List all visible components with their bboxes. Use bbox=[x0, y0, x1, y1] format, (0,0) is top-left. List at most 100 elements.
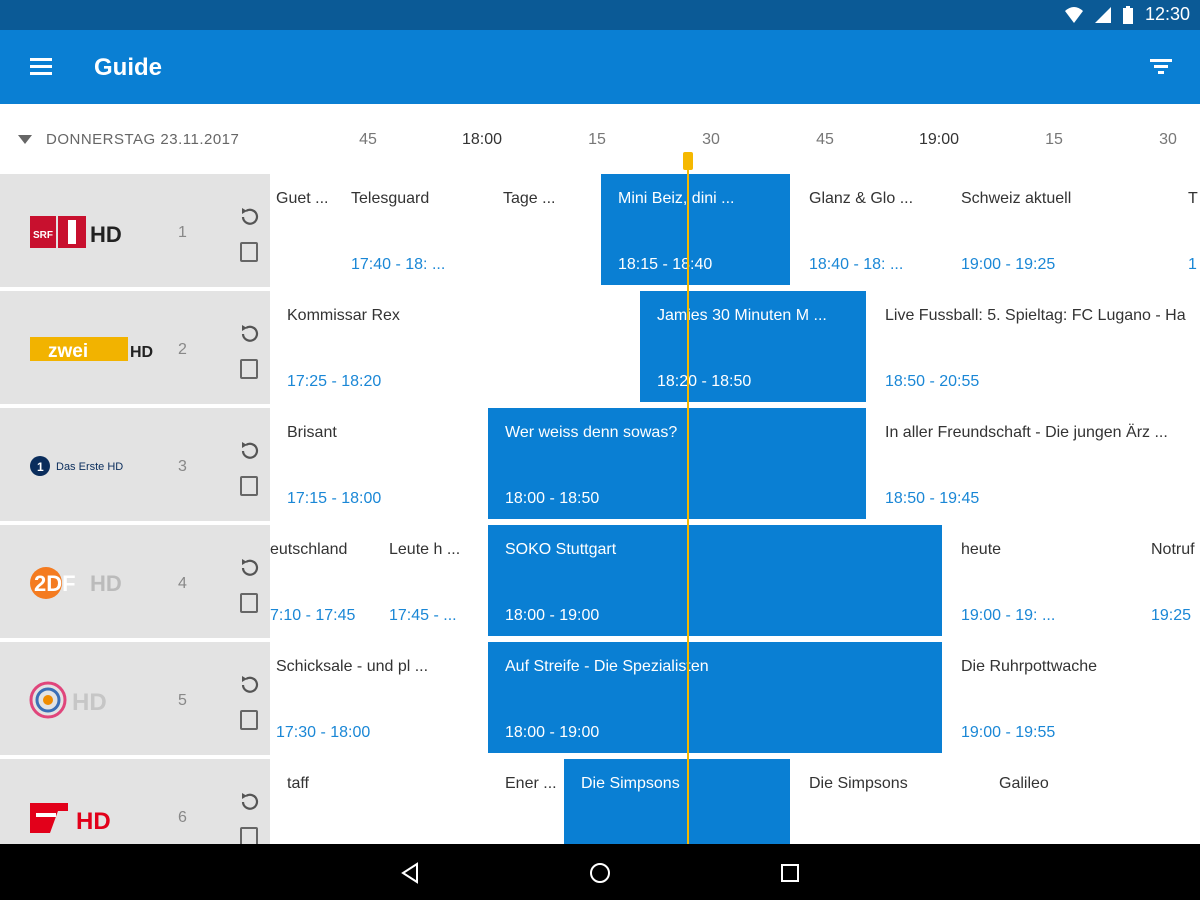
program-title: Wer weiss denn sowas? bbox=[505, 424, 678, 441]
program-cell[interactable]: Schweiz aktuell 19:00 - 19:25 bbox=[944, 174, 1169, 285]
time-tick: 45 bbox=[359, 131, 377, 148]
program-cell[interactable]: Glanz & Glo ... 18:40 - 18: ... bbox=[792, 174, 942, 285]
program-cell[interactable]: Ener ... bbox=[488, 759, 562, 844]
program-time: 18:00 - 18:50 bbox=[505, 490, 600, 507]
svg-text:2DF: 2DF bbox=[34, 571, 76, 596]
program-title: Live Fussball: 5. Spieltag: FC Lugano - … bbox=[885, 307, 1186, 324]
program-time: 18:40 - 18: ... bbox=[809, 256, 904, 273]
program-cell[interactable]: Die Simpsons bbox=[792, 759, 980, 844]
program-cell[interactable]: Leute h ... 17:45 - ... bbox=[374, 525, 486, 636]
program-cell-live[interactable]: Mini Beiz, dini ... 18:15 - 18:40 bbox=[601, 174, 790, 285]
signal-icon bbox=[1094, 6, 1111, 23]
program-title: SOKO Stuttgart bbox=[505, 541, 617, 558]
channel-cell[interactable]: 1 Das Erste HD 3 bbox=[0, 408, 270, 521]
program-title: Notruf bbox=[1151, 541, 1195, 558]
channel-row: 1 Das Erste HD 3 Brisant 17:15 - 18:00 We… bbox=[0, 408, 1200, 521]
program-cell[interactable]: Live Fussball: 5. Spieltag: FC Lugano - … bbox=[868, 291, 1200, 402]
program-cell[interactable]: Guet ... bbox=[270, 174, 344, 285]
time-tick: 15 bbox=[588, 131, 606, 148]
now-indicator-handle bbox=[683, 152, 693, 170]
status-icons: 12:30 bbox=[1064, 4, 1190, 25]
svg-text:Das Erste HD: Das Erste HD bbox=[56, 461, 123, 473]
program-cell[interactable]: eutschland 7:10 - 17:45 bbox=[270, 525, 372, 636]
program-title: Jamies 30 Minuten M ... bbox=[657, 307, 827, 324]
channel-cell[interactable]: HD 6 bbox=[0, 759, 270, 844]
replay-icon[interactable] bbox=[238, 557, 260, 579]
program-cell[interactable]: T1 bbox=[1171, 174, 1200, 285]
recents-icon[interactable] bbox=[778, 861, 802, 885]
app-bar: Guide bbox=[0, 30, 1200, 104]
program-cell-live[interactable]: Wer weiss denn sowas? 18:00 - 18:50 bbox=[488, 408, 866, 519]
filter-icon[interactable] bbox=[1148, 54, 1174, 80]
program-cell[interactable]: Notruf 19:25 bbox=[1134, 525, 1200, 636]
time-tick: 15 bbox=[1045, 131, 1063, 148]
program-cell[interactable]: Galileo bbox=[982, 759, 1200, 844]
program-title: Galileo bbox=[999, 775, 1049, 792]
program-time: 18:00 - 19:00 bbox=[505, 724, 600, 741]
record-icon[interactable] bbox=[240, 827, 258, 844]
replay-icon[interactable] bbox=[238, 323, 260, 345]
program-cell-live[interactable]: SOKO Stuttgart 18:00 - 19:00 bbox=[488, 525, 942, 636]
channel-logo: zwei HD bbox=[30, 337, 153, 362]
channel-row: zwei HD 2 Kommissar Rex 17:25 - 18:20 Jam… bbox=[0, 291, 1200, 404]
program-cell-live[interactable]: Auf Streife - Die Spezialisten 18:00 - 19… bbox=[488, 642, 942, 753]
replay-icon[interactable] bbox=[238, 791, 260, 813]
channel-logo: 1 Das Erste HD bbox=[30, 456, 123, 476]
program-cell[interactable]: Telesguard 17:40 - 18: ... bbox=[345, 174, 488, 285]
svg-text:1: 1 bbox=[37, 460, 44, 474]
back-icon[interactable] bbox=[398, 861, 422, 885]
program-time: 18:20 - 18:50 bbox=[657, 373, 752, 390]
program-title: Brisant bbox=[287, 424, 337, 441]
record-icon[interactable] bbox=[240, 359, 258, 379]
svg-text:HD: HD bbox=[72, 689, 107, 716]
record-icon[interactable] bbox=[240, 593, 258, 613]
time-tick: 45 bbox=[816, 131, 834, 148]
channel-cell[interactable]: 2DF HD 4 bbox=[0, 525, 270, 638]
program-cell[interactable]: taff bbox=[270, 759, 486, 844]
program-title: Schweiz aktuell bbox=[961, 190, 1072, 207]
replay-icon[interactable] bbox=[238, 206, 260, 228]
program-cell-live[interactable]: Die Simpsons bbox=[564, 759, 790, 844]
program-cell[interactable]: Schicksale - und pl ... 17:30 - 18:00 bbox=[270, 642, 486, 753]
svg-text:HD: HD bbox=[90, 571, 122, 596]
program-cell[interactable]: In aller Freundschaft - Die jungen Ärz .… bbox=[868, 408, 1200, 519]
replay-icon[interactable] bbox=[238, 440, 260, 462]
program-cell[interactable]: Die Ruhrpottwache 19:00 - 19:55 bbox=[944, 642, 1200, 753]
home-icon[interactable] bbox=[588, 861, 612, 885]
program-title: Die Simpsons bbox=[809, 775, 908, 792]
program-cell[interactable]: Brisant 17:15 - 18:00 bbox=[270, 408, 486, 519]
program-time: 17:25 - 18:20 bbox=[287, 373, 382, 390]
status-bar: 12:30 bbox=[0, 0, 1200, 30]
program-title: Leute h ... bbox=[389, 541, 461, 558]
program-cell[interactable]: Kommissar Rex 17:25 - 18:20 bbox=[270, 291, 638, 402]
channel-cell[interactable]: zwei HD 2 bbox=[0, 291, 270, 404]
channel-number: 5 bbox=[178, 692, 187, 709]
program-title: Schicksale - und pl ... bbox=[276, 658, 429, 675]
wifi-icon bbox=[1064, 6, 1083, 23]
date-selector[interactable]: DONNERSTAG 23.11.2017 bbox=[18, 131, 239, 148]
record-icon[interactable] bbox=[240, 242, 258, 262]
channel-cell[interactable]: SRF HD 1 bbox=[0, 174, 270, 287]
menu-icon[interactable] bbox=[28, 54, 56, 80]
program-title: Glanz & Glo ... bbox=[809, 190, 914, 207]
program-title: In aller Freundschaft - Die jungen Ärz .… bbox=[885, 424, 1168, 441]
program-title: eutschland bbox=[270, 541, 348, 558]
time-tick: 30 bbox=[702, 131, 720, 148]
program-cell[interactable]: heute 19:00 - 19: ... bbox=[944, 525, 1132, 636]
record-icon[interactable] bbox=[240, 476, 258, 496]
program-cell[interactable]: Tage ... bbox=[489, 174, 599, 285]
program-title: Kommissar Rex bbox=[287, 307, 400, 324]
record-icon[interactable] bbox=[240, 710, 258, 730]
replay-icon[interactable] bbox=[238, 674, 260, 696]
channel-cell[interactable]: HD 5 bbox=[0, 642, 270, 755]
program-time: 18:15 - 18:40 bbox=[618, 256, 713, 273]
svg-text:SRF: SRF bbox=[33, 230, 53, 241]
channel-logo: SRF HD bbox=[30, 216, 122, 248]
program-title: heute bbox=[961, 541, 1002, 558]
program-cell-live[interactable]: Jamies 30 Minuten M ... 18:20 - 18:50 bbox=[640, 291, 866, 402]
program-title: Mini Beiz, dini ... bbox=[618, 190, 735, 207]
svg-text:HD: HD bbox=[90, 222, 122, 247]
triangle-down-icon bbox=[18, 134, 32, 144]
program-title: Tage ... bbox=[503, 190, 556, 207]
status-time: 12:30 bbox=[1144, 4, 1190, 24]
